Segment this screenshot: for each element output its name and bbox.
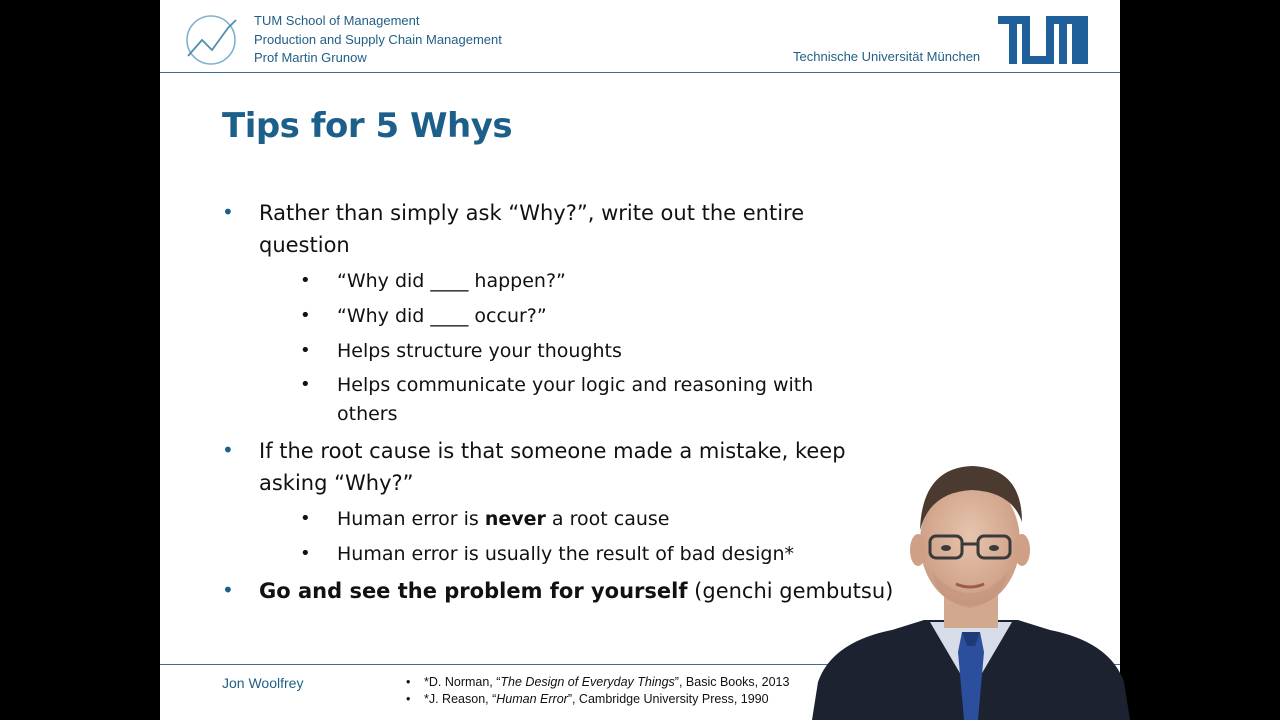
bullet-marker: • xyxy=(222,200,234,224)
bullet-1-sub-4-line-1: Helps communicate your logic and reasoni… xyxy=(337,374,814,396)
bullet-1-line-2: question xyxy=(259,233,350,257)
school-info: TUM School of Management Production and … xyxy=(254,12,502,68)
bullet-1-sub-4-line-2: others xyxy=(337,403,398,425)
bullet-2-sub-2: Human error is usually the result of bad… xyxy=(337,543,794,565)
management-logo-icon xyxy=(186,15,237,65)
reference-1: • *D. Norman, “The Design of Everyday Thi… xyxy=(406,674,789,691)
header-divider xyxy=(160,72,1120,73)
sub-bullet-marker: • xyxy=(300,543,311,564)
sub-bullet-marker: • xyxy=(300,270,311,291)
professor-name: Prof Martin Grunow xyxy=(254,50,367,65)
reference-2-publisher: ”, Cambridge University Press, 1990 xyxy=(567,691,769,706)
bullet-1-line-1: Rather than simply ask “Why?”, write out… xyxy=(259,201,805,225)
bullet-2-line-1: If the root cause is that someone made a… xyxy=(259,439,846,463)
reference-1-publisher: ”, Basic Books, 2013 xyxy=(674,675,790,689)
sub-1-prefix: Human error is xyxy=(337,508,485,530)
bullet-3: Go and see the problem for yourself (gen… xyxy=(259,575,893,607)
school-name: TUM School of Management xyxy=(254,13,420,28)
sub-1-suffix: a root cause xyxy=(545,508,670,530)
bullet-2-line-2: asking “Why?” xyxy=(259,471,414,495)
reference-1-author: *D. Norman, “ xyxy=(424,675,501,689)
bullet-1-sub-2: “Why did ____ occur?” xyxy=(337,305,547,327)
reference-2-title: Human Error xyxy=(496,691,568,706)
sub-bullet-marker: • xyxy=(300,374,311,395)
sub-bullet-marker: • xyxy=(300,508,311,529)
author-name: Jon Woolfrey xyxy=(222,675,304,691)
sub-bullet-marker: • xyxy=(300,305,311,326)
presenter-video xyxy=(812,466,1130,720)
sub-bullet-marker: • xyxy=(300,340,311,361)
bullet-3-emphasis: Go and see the problem for yourself xyxy=(259,579,688,603)
slide-title: Tips for 5 Whys xyxy=(222,106,513,146)
bullet-2-sub-1: Human error is never a root cause xyxy=(337,505,669,534)
bullet-1-sub-3: Helps structure your thoughts xyxy=(337,340,622,362)
reference-1-title: The Design of Everyday Things xyxy=(500,675,675,689)
reference-2-author: *J. Reason, “ xyxy=(424,691,497,706)
reference-marker: • xyxy=(406,675,411,689)
reference-2: • *J. Reason, “Human Error”, Cambridge Un… xyxy=(406,691,789,708)
department-name: Production and Supply Chain Management xyxy=(254,31,502,47)
bullet-1-sub-1: “Why did ____ happen?” xyxy=(337,270,566,292)
university-name: Technische Universität München xyxy=(793,49,981,64)
bullet-marker: • xyxy=(222,578,234,602)
reference-marker: • xyxy=(406,691,411,706)
emphasis-never: never xyxy=(484,508,546,530)
tum-logo-icon xyxy=(998,16,1088,64)
bullet-marker: • xyxy=(222,438,234,462)
references: • *D. Norman, “The Design of Everyday Thi… xyxy=(406,674,789,707)
